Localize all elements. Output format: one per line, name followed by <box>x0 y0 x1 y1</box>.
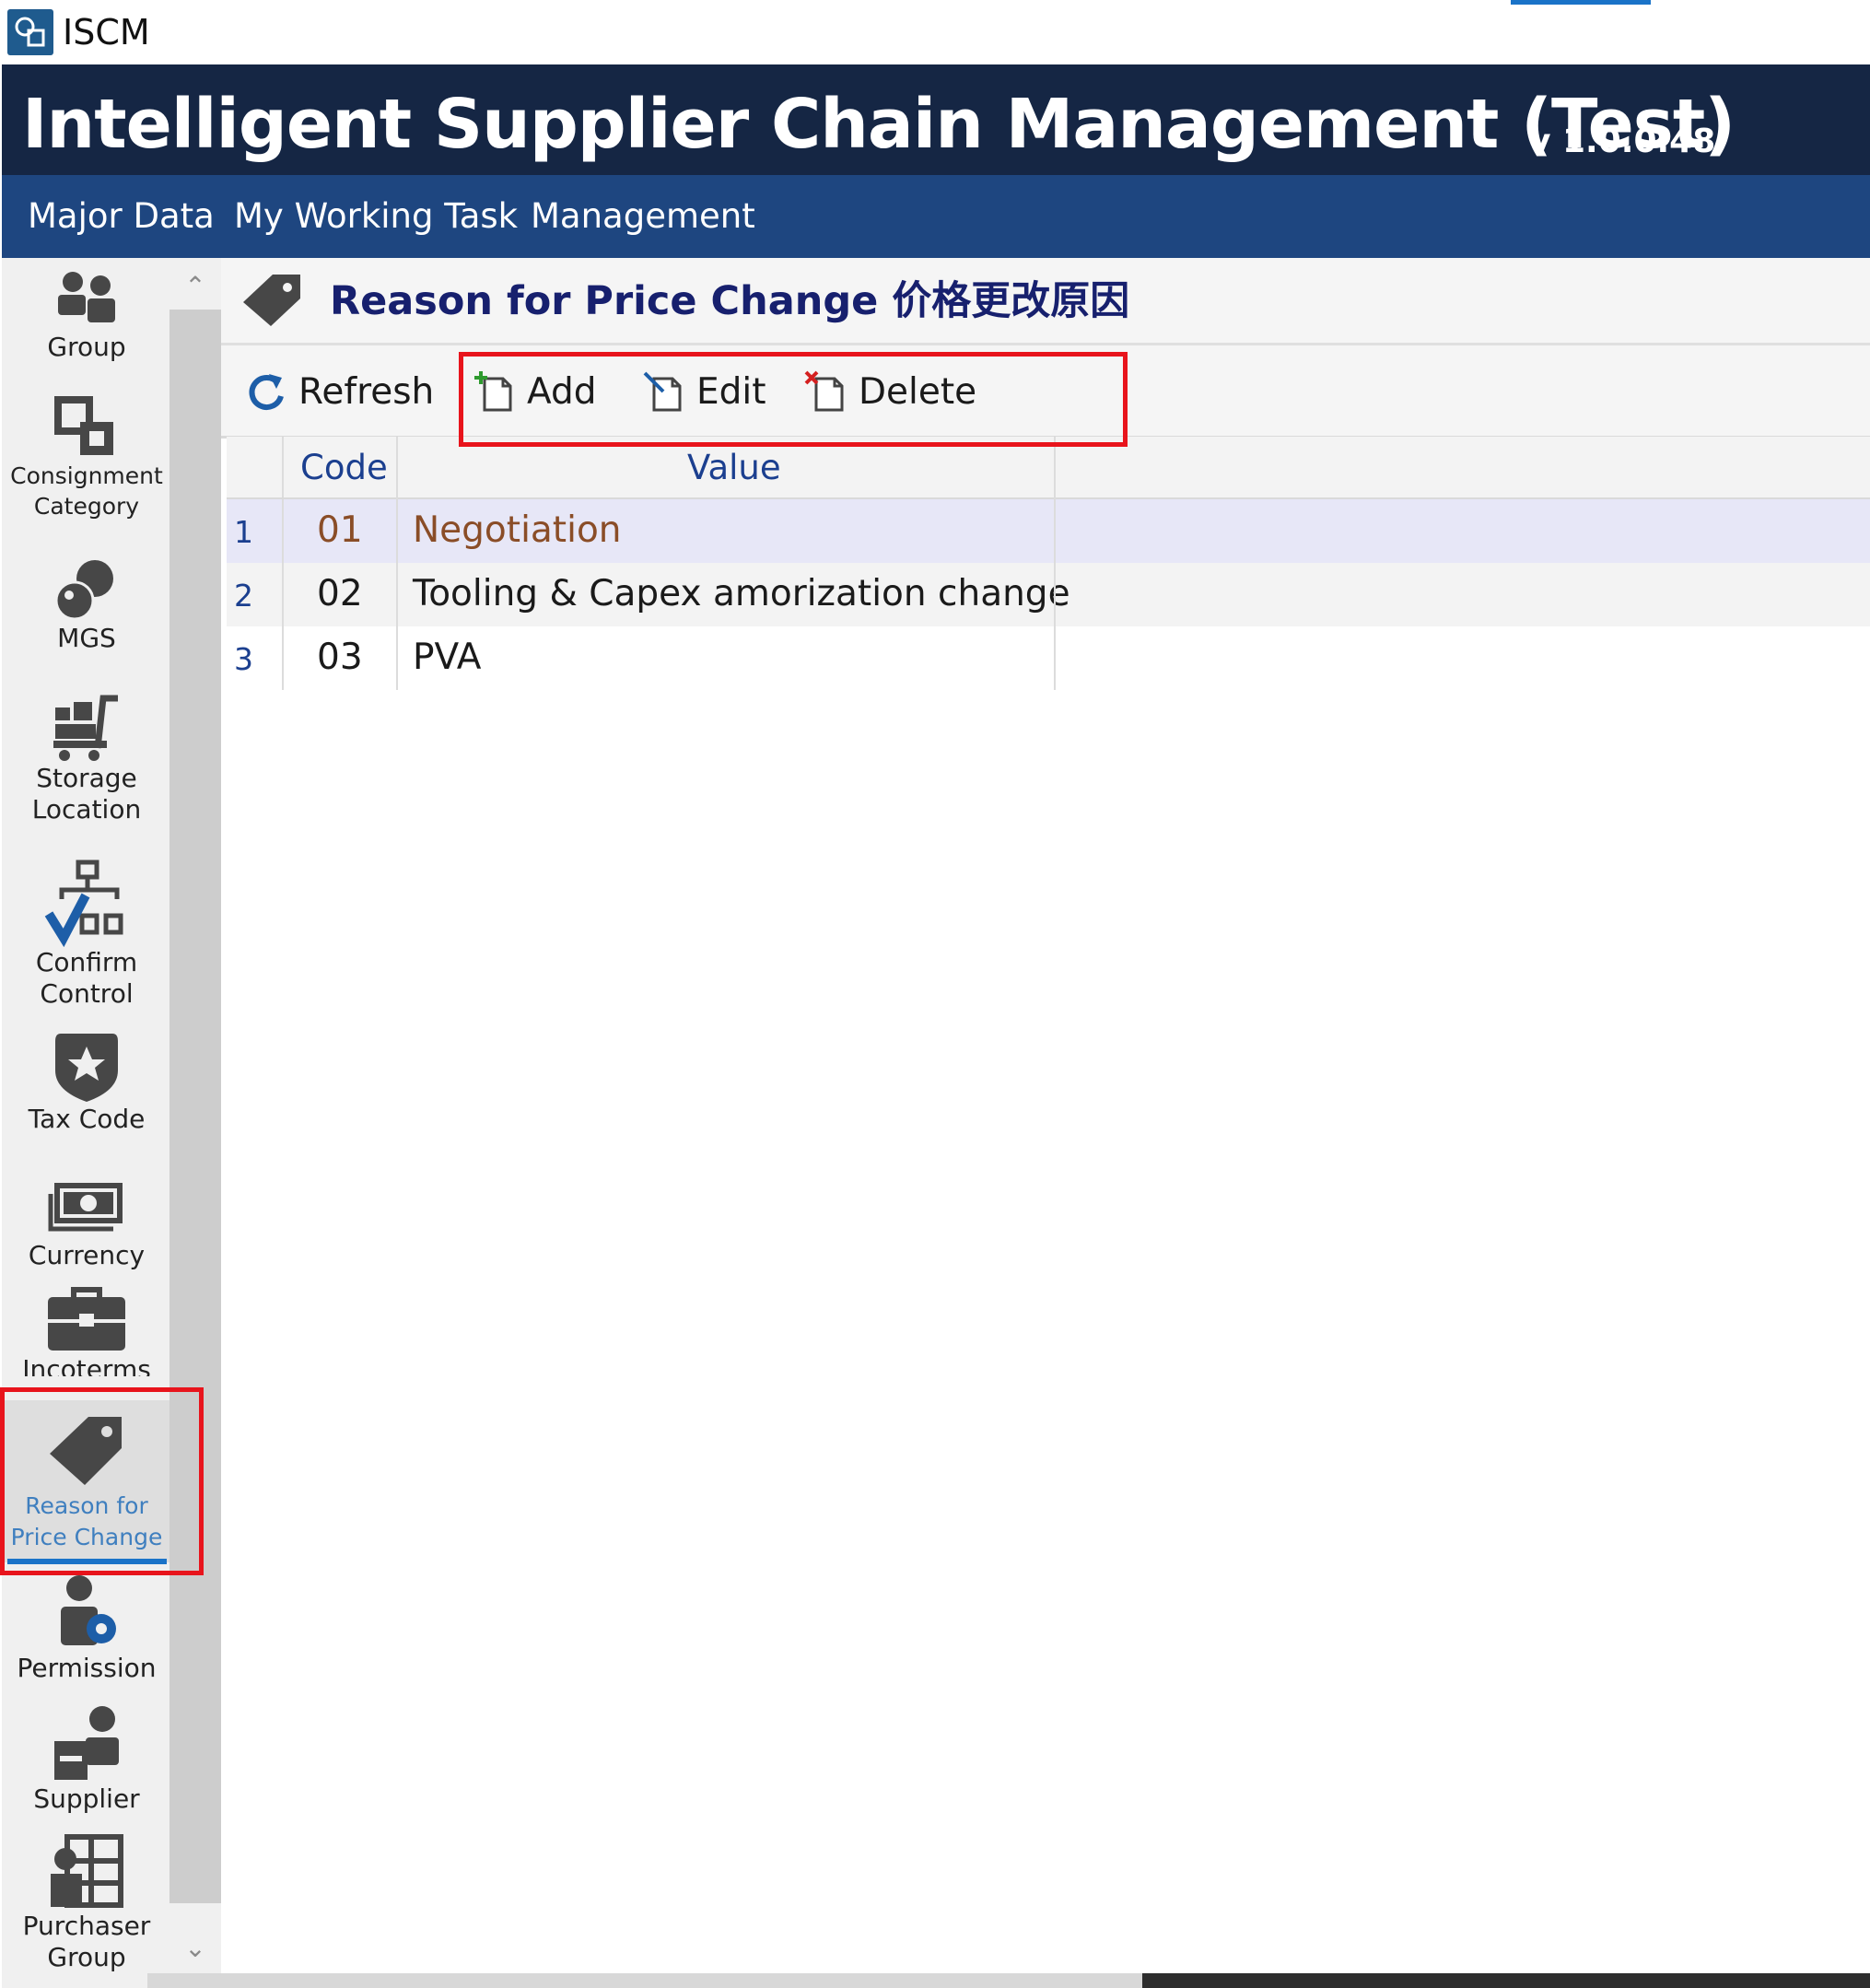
confirm-control-icon <box>44 860 123 947</box>
sidebar-item-purchaser-group[interactable]: Purchaser Group <box>2 1833 171 1988</box>
sidebar-item-label: Location <box>31 794 142 824</box>
currency-icon <box>48 1183 123 1232</box>
sidebar-item-supplier[interactable]: Supplier <box>2 1706 171 1828</box>
menu-management[interactable]: Management <box>531 195 755 238</box>
sidebar-item-label: Group <box>47 1942 126 1972</box>
price-tag-icon <box>243 275 300 326</box>
briefcase-icon <box>48 1287 125 1351</box>
sidebar-item-label: Storage <box>36 763 137 793</box>
window-title: ISCM <box>63 12 150 53</box>
sidebar-item-label: Control <box>40 978 134 1009</box>
refresh-button[interactable]: Refresh <box>245 364 434 419</box>
app-banner-title: Intelligent Supplier Chain Management (T… <box>22 85 1736 164</box>
window-title-bar: ISCM <box>0 0 1870 64</box>
page-title: Reason for Price Change 价格更改原因 <box>330 278 1130 324</box>
row-header-column <box>227 499 284 690</box>
sidebar-item-label: Currency <box>28 1240 146 1270</box>
table-row[interactable]: 3 03 PVA <box>227 626 1870 690</box>
sidebar-item-tax-code[interactable]: Tax Code <box>2 1028 171 1148</box>
sidebar-item-label: Incoterms <box>22 1354 151 1376</box>
sidebar-item-label: Purchaser <box>22 1911 151 1941</box>
horizontal-scrollbar-thumb[interactable] <box>147 1973 1142 1988</box>
cell-value[interactable]: Tooling & Capex amorization change <box>413 572 1070 616</box>
app-logo-icon <box>7 9 53 55</box>
column-header-code[interactable]: Code <box>300 448 388 488</box>
sidebar-item-confirm-control[interactable]: Confirm Control <box>2 859 171 1009</box>
page-header: Reason for Price Change 价格更改原因 <box>221 258 1870 345</box>
cell-value[interactable]: Negotiation <box>413 509 622 553</box>
sidebar-item-label: Group <box>47 332 126 362</box>
sidebar-item-label: Tax Code <box>28 1104 146 1134</box>
app-version: v 1.0.0.48 <box>1529 123 1716 160</box>
mgs-icon <box>54 560 113 621</box>
sidebar-item-mgs[interactable]: MGS <box>2 558 171 660</box>
sidebar-item-label: Permission <box>17 1653 157 1683</box>
sidebar-item-consignment-category[interactable]: Consignment Category <box>2 396 171 525</box>
table-row[interactable]: 1 01 Negotiation <box>227 499 1870 563</box>
sidebar-item-label: MGS <box>57 623 116 653</box>
cell-code[interactable]: 01 <box>317 509 363 553</box>
cell-code[interactable]: 02 <box>317 572 363 616</box>
sidebar-item-incoterms[interactable]: Incoterms <box>2 1284 171 1376</box>
storage-location-icon <box>53 695 118 761</box>
menu-my-working-task[interactable]: My Working Task <box>234 195 518 238</box>
sidebar-item-storage-location[interactable]: Storage Location <box>2 693 171 831</box>
sidebar-item-permission[interactable]: Permission <box>2 1575 171 1699</box>
table-row[interactable]: 2 02 Tooling & Capex amorization change <box>227 563 1870 626</box>
app-banner: Intelligent Supplier Chain Management (T… <box>2 64 1870 175</box>
main-menu-bar: Major Data My Working Task Management <box>2 175 1870 258</box>
sidebar-item-currency[interactable]: Currency <box>2 1170 171 1281</box>
cell-code[interactable]: 03 <box>317 636 363 680</box>
permission-icon <box>61 1575 116 1645</box>
sidebar-highlight-box <box>0 1387 204 1575</box>
scroll-up-icon[interactable]: ⌃ <box>169 263 221 310</box>
sidebar-item-label: Category <box>33 493 140 520</box>
sidebar-scrollbar-thumb[interactable] <box>169 310 221 1903</box>
sidebar-item-label: Supplier <box>33 1783 140 1814</box>
column-header-value[interactable]: Value <box>687 448 781 488</box>
column-divider <box>1054 437 1056 690</box>
sidebar-scrollbar[interactable]: ⌃ ⌄ <box>169 258 221 1988</box>
cell-value[interactable]: PVA <box>413 636 481 680</box>
sidebar-item-label: Consignment <box>10 462 163 489</box>
sidebar-item-label: Confirm <box>35 947 138 977</box>
toolbar-highlight-box <box>459 352 1128 447</box>
supplier-icon <box>54 1706 119 1780</box>
sidebar-item-group[interactable]: Group <box>2 267 171 368</box>
refresh-label: Refresh <box>298 370 435 413</box>
consignment-category-icon <box>54 396 113 455</box>
scroll-down-icon[interactable]: ⌄ <box>169 1925 221 1971</box>
column-divider <box>396 437 398 690</box>
group-icon <box>58 272 115 322</box>
tax-code-icon <box>55 1034 118 1102</box>
grid-corner <box>227 437 284 497</box>
window-accent-bar <box>1511 0 1651 5</box>
menu-major-data[interactable]: Major Data <box>28 195 215 238</box>
purchaser-group-icon <box>51 1834 123 1908</box>
main-content: Reason for Price Change 价格更改原因 Refresh A… <box>221 258 1870 1988</box>
refresh-icon <box>249 374 284 410</box>
